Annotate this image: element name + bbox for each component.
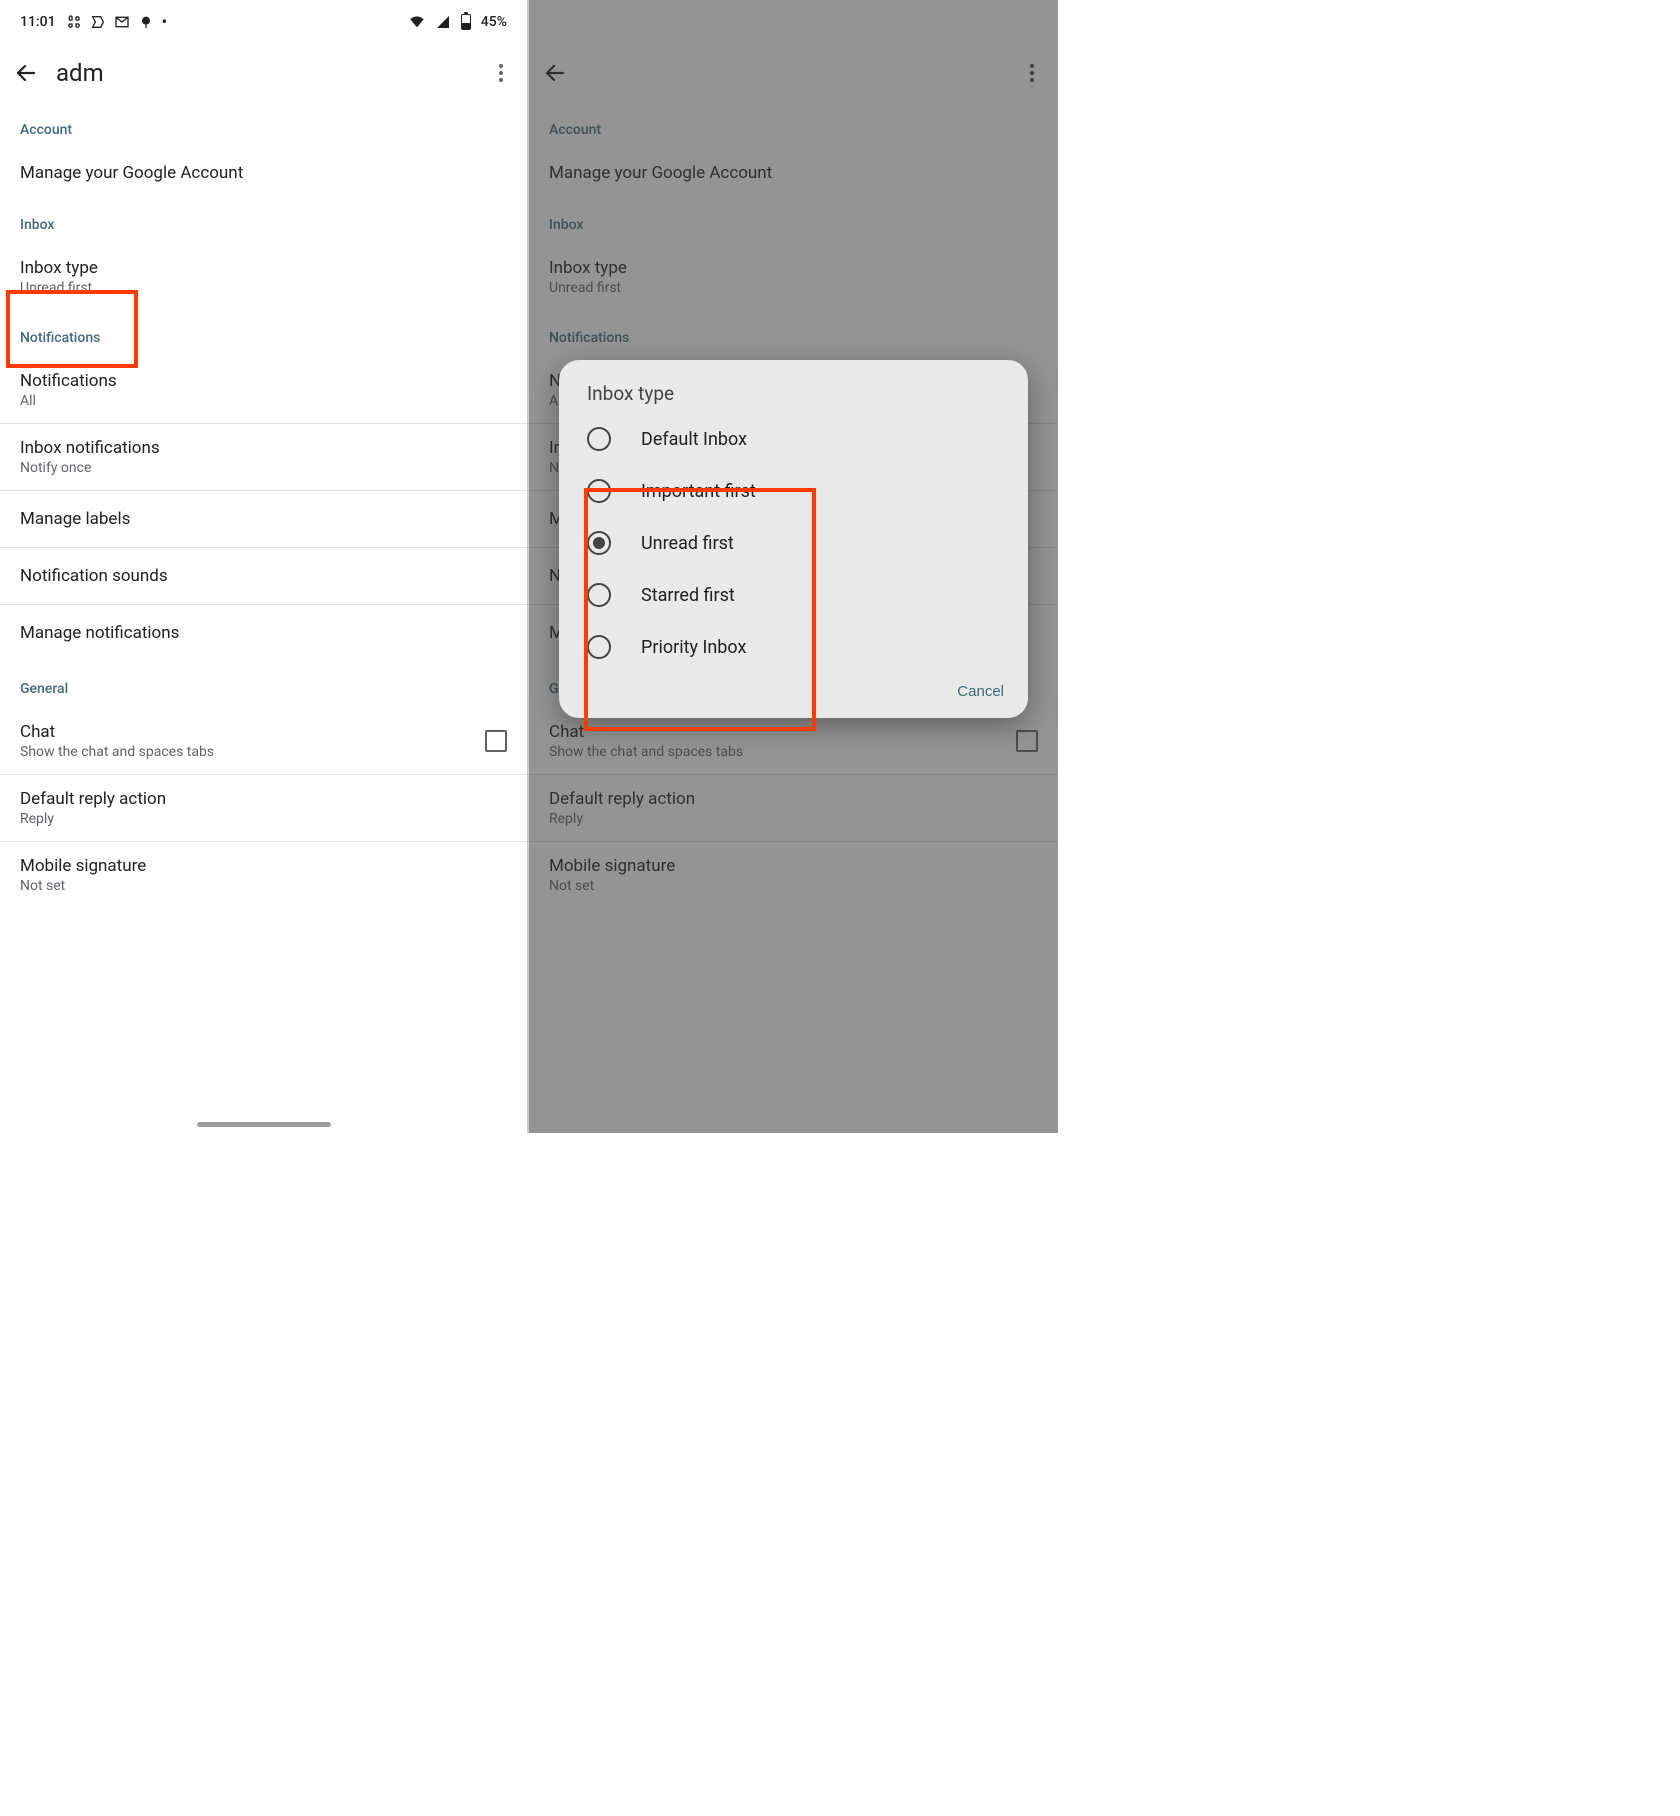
radio-icon	[587, 531, 611, 555]
gmail-icon	[114, 14, 130, 30]
row-sublabel: Notify once	[20, 460, 160, 476]
row-label: Notifications	[20, 371, 117, 391]
radio-label: Starred first	[641, 585, 735, 606]
row-chat[interactable]: Chat Show the chat and spaces tabs	[0, 707, 527, 774]
radio-label: Priority Inbox	[641, 637, 746, 658]
radio-list: Default Inbox Important first Unread first…	[559, 413, 1028, 673]
dialog-actions: Cancel	[559, 673, 1028, 708]
settings-list: Account Manage your Google Account Inbox…	[0, 102, 527, 908]
signal-icon	[435, 14, 451, 30]
row-label: Manage labels	[20, 505, 130, 533]
notification-icon	[90, 14, 106, 30]
row-label: Chat	[20, 722, 214, 742]
radio-icon	[587, 427, 611, 451]
more-menu-button[interactable]	[489, 61, 513, 85]
app-bar: adm	[0, 44, 527, 102]
chat-checkbox[interactable]	[485, 730, 507, 752]
row-notifications[interactable]: Notifications All	[0, 356, 527, 423]
radio-label: Important first	[641, 481, 756, 502]
dialog-title: Inbox type	[559, 382, 1028, 413]
radio-label: Default Inbox	[641, 429, 747, 450]
radio-option[interactable]: Starred first	[559, 569, 1028, 621]
row-manage-notifications[interactable]: Manage notifications	[0, 604, 527, 661]
page-title: adm	[56, 59, 471, 87]
status-right: 45%	[409, 14, 507, 30]
row-sublabel: Unread first	[20, 280, 98, 296]
row-label: Manage notifications	[20, 619, 179, 647]
row-sublabel: Not set	[20, 878, 146, 894]
radio-option[interactable]: Priority Inbox	[559, 621, 1028, 673]
status-time: 11:01	[20, 14, 56, 30]
row-label: Manage your Google Account	[20, 163, 243, 183]
radio-icon	[587, 635, 611, 659]
status-notif-icons: •	[66, 14, 168, 30]
radio-option[interactable]: Important first	[559, 465, 1028, 517]
status-left: 11:01 •	[20, 14, 167, 30]
row-sublabel: Show the chat and spaces tabs	[20, 744, 214, 760]
row-inbox-notifications[interactable]: Inbox notifications Notify once	[0, 423, 527, 490]
overflow-dot-icon: •	[162, 14, 168, 30]
radio-icon	[587, 479, 611, 503]
row-label: Inbox type	[20, 258, 98, 278]
row-manage-account[interactable]: Manage your Google Account	[0, 148, 527, 197]
row-label: Notification sounds	[20, 562, 168, 590]
battery-icon	[461, 14, 471, 30]
radio-icon	[587, 583, 611, 607]
radio-option[interactable]: Unread first	[559, 517, 1028, 569]
battery-percent: 45%	[481, 14, 507, 30]
row-manage-labels[interactable]: Manage labels	[0, 490, 527, 547]
phone-screenshot-right: 11:01 • 45%	[529, 0, 1058, 1133]
wifi-icon	[409, 14, 425, 30]
back-button[interactable]	[14, 61, 38, 85]
row-mobile-signature[interactable]: Mobile signature Not set	[0, 841, 527, 908]
row-sublabel: All	[20, 393, 117, 409]
phone-screenshot-left: 11:01 • 45% adm Account Manage your Goo	[0, 0, 529, 1133]
row-label: Mobile signature	[20, 856, 146, 876]
row-inbox-type[interactable]: Inbox type Unread first	[0, 243, 527, 310]
row-label: Inbox notifications	[20, 438, 160, 458]
row-notification-sounds[interactable]: Notification sounds	[0, 547, 527, 604]
slack-icon	[66, 14, 82, 30]
radio-option[interactable]: Default Inbox	[559, 413, 1028, 465]
status-bar: 11:01 • 45%	[0, 0, 527, 44]
gesture-bar	[197, 1122, 331, 1127]
section-header-account: Account	[0, 102, 527, 148]
row-label: Default reply action	[20, 789, 166, 809]
radio-label: Unread first	[641, 533, 734, 554]
row-sublabel: Reply	[20, 811, 166, 827]
inbox-type-dialog: Inbox type Default Inbox Important first U…	[559, 360, 1028, 718]
section-header-notifications: Notifications	[0, 310, 527, 356]
section-header-inbox: Inbox	[0, 197, 527, 243]
section-header-general: General	[0, 661, 527, 707]
cancel-button[interactable]: Cancel	[957, 683, 1004, 700]
location-icon	[138, 14, 154, 30]
row-default-reply[interactable]: Default reply action Reply	[0, 774, 527, 841]
